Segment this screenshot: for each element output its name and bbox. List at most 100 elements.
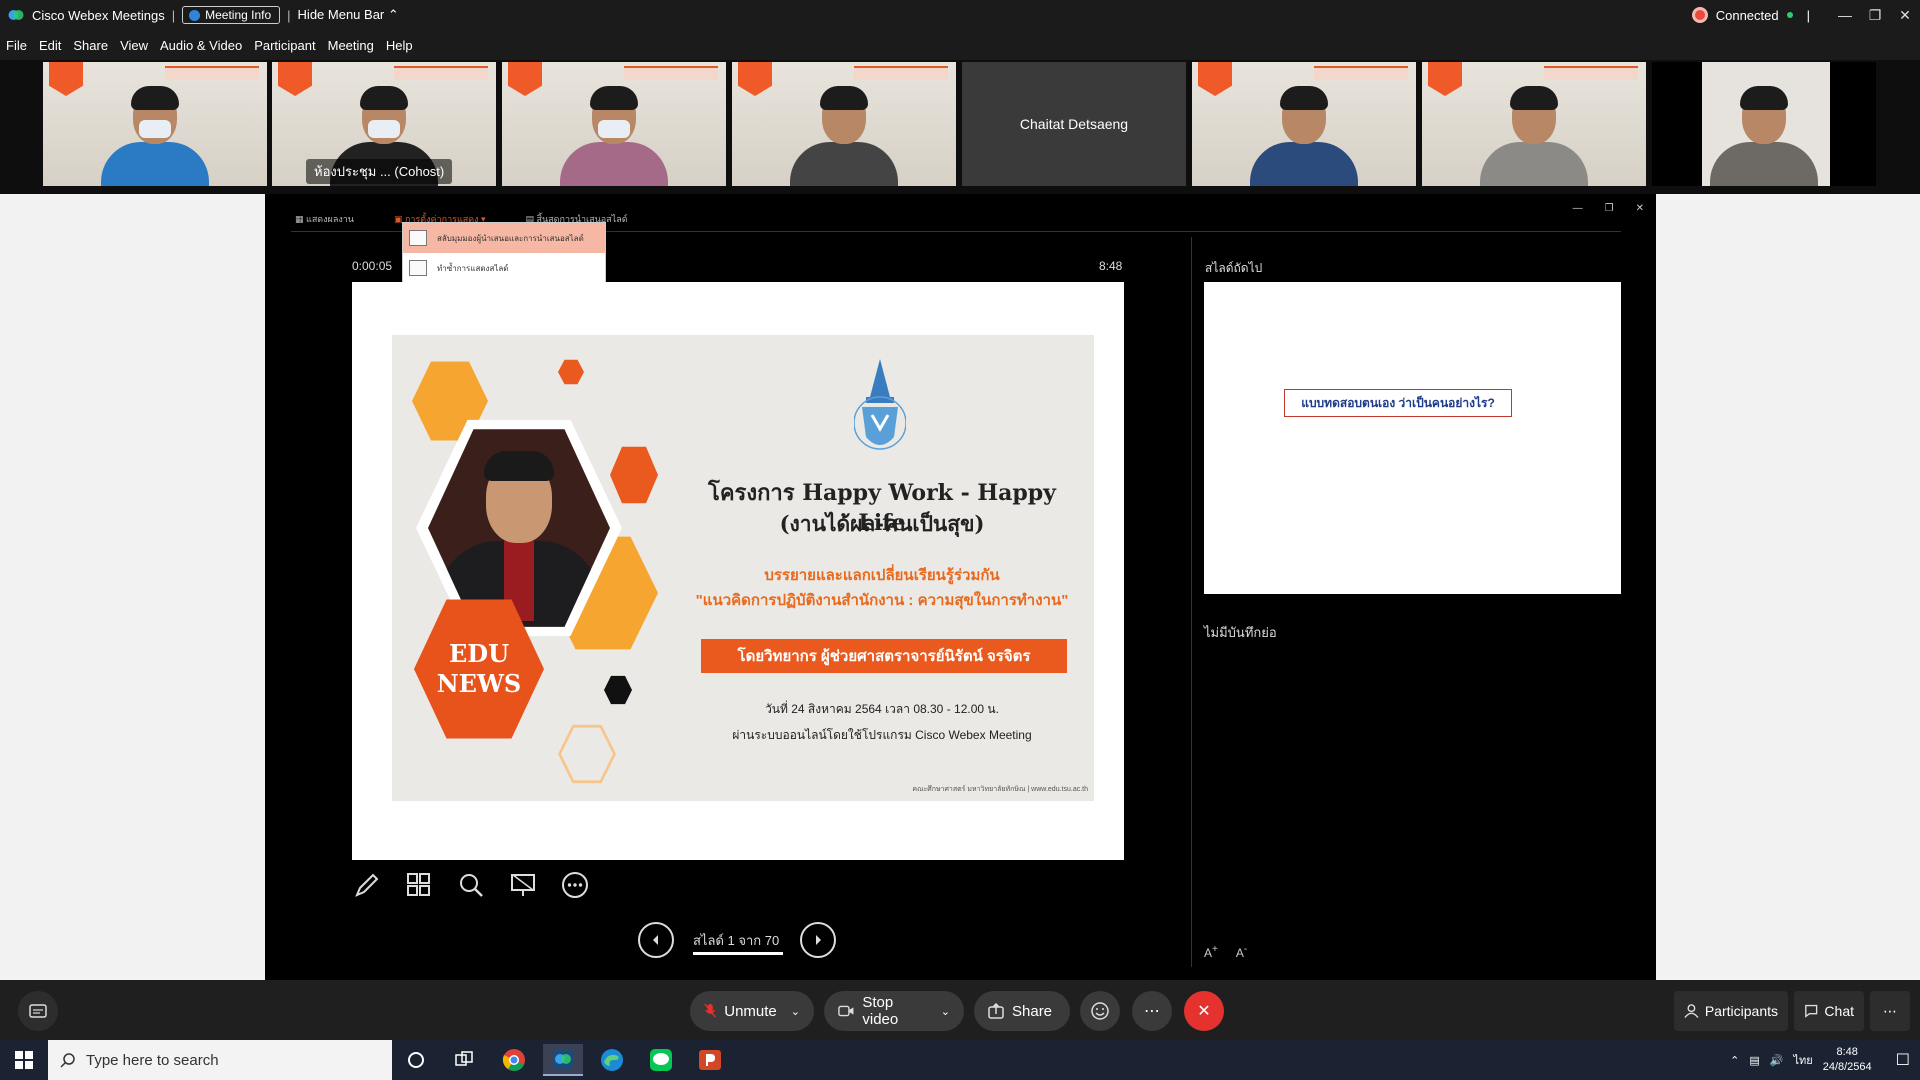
taskbar-time: 8:48 bbox=[1836, 1046, 1858, 1058]
menu-meeting[interactable]: Meeting bbox=[328, 38, 374, 53]
separator-bar: | bbox=[1806, 7, 1810, 23]
university-emblem-icon bbox=[854, 359, 906, 450]
windows-start-button[interactable] bbox=[0, 1040, 48, 1080]
menu-file[interactable]: File bbox=[6, 38, 27, 53]
decrease-font-button[interactable]: A- bbox=[1236, 944, 1247, 960]
panel-more-button[interactable]: ⋯ bbox=[1870, 991, 1910, 1031]
more-options-icon[interactable] bbox=[560, 870, 590, 900]
menu-view[interactable]: View bbox=[120, 38, 148, 53]
menu-audio-video[interactable]: Audio & Video bbox=[160, 38, 242, 53]
dropdown-item-label: ทำซ้ำการแสดงสไลด์ bbox=[437, 263, 509, 273]
meeting-control-bar: Unmute ⌄ Stop video ⌄ Share ⋯ ✕ Particip… bbox=[0, 980, 1920, 1040]
stop-video-button[interactable]: Stop video ⌄ bbox=[824, 991, 964, 1031]
chat-label: Chat bbox=[1824, 1003, 1854, 1019]
taskbar-clock[interactable]: 8:48 24/8/2564 bbox=[1823, 1045, 1872, 1075]
hide-menu-bar-label: Hide Menu Bar bbox=[297, 7, 385, 22]
unmute-label: Unmute bbox=[724, 1002, 777, 1020]
slide-footer: คณะศึกษาศาสตร์ มหาวิทยาลัยทักษิณ | www.e… bbox=[912, 786, 1088, 793]
chevron-up-icon[interactable]: ⌃ bbox=[1730, 1054, 1739, 1067]
chat-panel-button[interactable]: Chat bbox=[1794, 991, 1864, 1031]
menu-edit[interactable]: Edit bbox=[39, 38, 61, 53]
zoom-icon[interactable] bbox=[456, 870, 486, 900]
captions-icon[interactable] bbox=[18, 991, 58, 1031]
stop-video-label: Stop video bbox=[862, 994, 899, 1028]
person-icon bbox=[1684, 1004, 1699, 1018]
ellipsis-icon: ⋯ bbox=[1883, 1002, 1897, 1019]
app-title: Cisco Webex Meetings bbox=[32, 7, 165, 23]
next-slide-button[interactable] bbox=[800, 922, 836, 958]
slide-counter: สไลด์ 1 จาก 70 bbox=[693, 933, 780, 948]
unmute-button[interactable]: Unmute ⌄ bbox=[690, 991, 814, 1031]
next-slide-text: แบบทดสอบตนเอง ว่าเป็นคนอย่างไร? bbox=[1284, 389, 1512, 417]
slide-topic: "แนวคิดการปฏิบัติงานสำนักงาน : ความสุขใน… bbox=[695, 592, 1069, 609]
current-slide: EDU NEWS โครงการ Happy Work - Happy Life… bbox=[392, 335, 1094, 801]
recording-icon bbox=[1691, 7, 1708, 23]
webex-taskbar-icon[interactable] bbox=[543, 1044, 583, 1076]
participant-video-5[interactable]: Chaitat Detsaeng bbox=[962, 62, 1186, 186]
powerpoint-icon[interactable] bbox=[690, 1044, 730, 1076]
increase-font-button[interactable]: A+ bbox=[1204, 944, 1218, 960]
participant-video-6[interactable] bbox=[1192, 62, 1416, 186]
reactions-button[interactable] bbox=[1080, 991, 1120, 1031]
edge-icon[interactable] bbox=[592, 1044, 632, 1076]
participants-panel-button[interactable]: Participants bbox=[1674, 991, 1788, 1031]
see-all-slides-icon[interactable] bbox=[404, 870, 434, 900]
slide-speaker-banner: โดยวิทยากร ผู้ช่วยศาสตราจารย์นิรัตน์ จรจ… bbox=[701, 639, 1067, 673]
input-language[interactable]: ไทย bbox=[1793, 1051, 1812, 1069]
hide-menu-bar-button[interactable]: Hide Menu Bar ⌃ bbox=[298, 7, 399, 23]
next-slide-preview[interactable]: แบบทดสอบตนเอง ว่าเป็นคนอย่างไร? bbox=[1204, 282, 1621, 594]
slide-platform: ผ่านระบบออนไลน์โดยใช้โปรแกรม Cisco Webex… bbox=[732, 728, 1032, 742]
restore-icon[interactable]: ❐ bbox=[1860, 0, 1890, 30]
chrome-icon[interactable] bbox=[494, 1044, 534, 1076]
line-app-icon[interactable] bbox=[641, 1044, 681, 1076]
previous-slide-button[interactable] bbox=[638, 922, 674, 958]
restore-icon[interactable]: ❐ bbox=[1605, 203, 1614, 214]
minimize-icon[interactable]: — bbox=[1573, 203, 1583, 214]
chevron-down-icon[interactable]: ⌄ bbox=[791, 1005, 800, 1018]
participant-video-8[interactable] bbox=[1652, 62, 1876, 186]
minimize-icon[interactable]: — bbox=[1830, 0, 1860, 30]
connected-indicator-icon bbox=[1786, 12, 1793, 18]
decor-hexagon bbox=[604, 675, 632, 705]
meeting-info-button[interactable]: Meeting Info bbox=[182, 6, 281, 24]
notification-icon[interactable]: ☐ bbox=[1896, 1050, 1910, 1070]
chevron-right-icon bbox=[816, 935, 821, 945]
swap-presenter-view-option[interactable]: สลับมุมมองผู้นำเสนอและการนำเสนอสไลด์ bbox=[403, 223, 605, 253]
close-icon[interactable]: ✕ bbox=[1636, 203, 1644, 214]
slide-date: วันที่ 24 สิงหาคม 2564 เวลา 08.30 - 12.0… bbox=[765, 702, 999, 716]
video-camera-icon bbox=[838, 1005, 854, 1017]
pen-icon[interactable] bbox=[352, 870, 382, 900]
slide-subtitle: บรรยายและแลกเปลี่ยนเรียนรู้ร่วมกัน bbox=[764, 567, 1000, 584]
network-icon[interactable]: ▤ bbox=[1749, 1054, 1759, 1067]
share-label: Share bbox=[1012, 1002, 1053, 1020]
chevron-up-icon: ⌃ bbox=[387, 7, 399, 22]
cortana-icon[interactable] bbox=[396, 1044, 436, 1076]
participant-video-2[interactable]: ห้องประชุม ... (Cohost) bbox=[272, 62, 496, 186]
menu-help[interactable]: Help bbox=[386, 38, 413, 53]
decor-hexagon bbox=[558, 359, 584, 385]
windows-taskbar: Type here to search ⌃ ▤ 🔊 ไทย 8:48 24/8/… bbox=[0, 1040, 1920, 1080]
slide-navigation: สไลด์ 1 จาก 70 bbox=[638, 922, 838, 958]
black-screen-icon[interactable] bbox=[508, 870, 538, 900]
show-taskbar-button[interactable]: ▦ แสดงผลงาน bbox=[295, 212, 354, 226]
participant-video-4[interactable] bbox=[732, 62, 956, 186]
menu-share[interactable]: Share bbox=[73, 38, 108, 53]
chevron-down-icon[interactable]: ⌄ bbox=[941, 1005, 950, 1018]
participant-video-7[interactable] bbox=[1422, 62, 1646, 186]
close-icon[interactable]: ✕ bbox=[1890, 0, 1920, 30]
webex-logo-icon bbox=[8, 10, 24, 20]
taskbar-search-box[interactable]: Type here to search bbox=[48, 1040, 392, 1080]
main-area-left-margin bbox=[0, 194, 265, 980]
more-options-button[interactable]: ⋯ bbox=[1132, 991, 1172, 1031]
participants-label: Participants bbox=[1704, 1003, 1778, 1019]
share-button[interactable]: Share bbox=[974, 991, 1070, 1031]
volume-icon[interactable]: 🔊 bbox=[1770, 1054, 1784, 1067]
connection-status: Connected bbox=[1715, 7, 1779, 23]
slide-title-sub: (งานได้ผล-คนเป็นสุข) bbox=[779, 511, 985, 536]
leave-meeting-button[interactable]: ✕ bbox=[1184, 991, 1224, 1031]
task-view-icon[interactable] bbox=[444, 1044, 484, 1076]
participant-video-3[interactable] bbox=[502, 62, 726, 186]
duplicate-slideshow-option[interactable]: ทำซ้ำการแสดงสไลด์ bbox=[403, 253, 605, 283]
participant-video-1[interactable] bbox=[43, 62, 267, 186]
menu-participant[interactable]: Participant bbox=[254, 38, 315, 53]
